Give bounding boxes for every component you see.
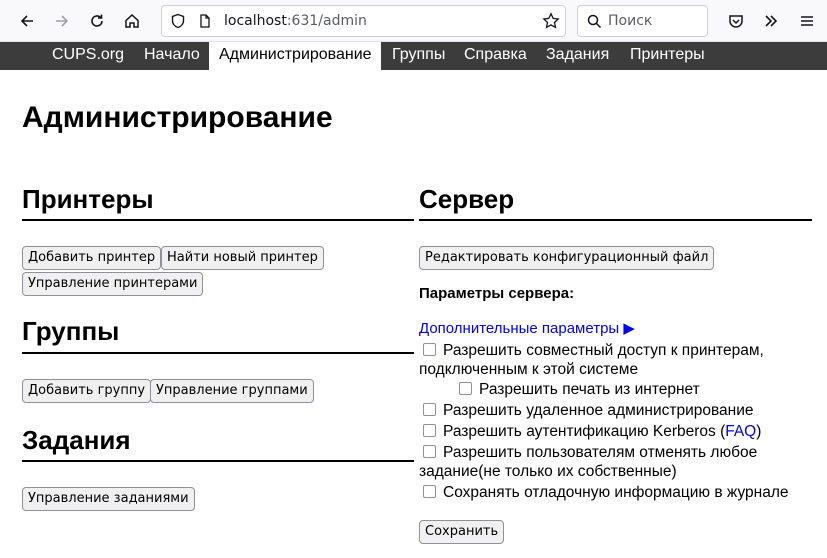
debug-log-label: Сохранять отладочную информацию в журнал… xyxy=(443,484,789,501)
remote-admin-row: Разрешить удаленное администрирование xyxy=(419,401,754,420)
nav-cups-org[interactable]: CUPS.org xyxy=(52,42,124,70)
printers-heading: Принтеры xyxy=(22,184,154,214)
kerberos-checkbox[interactable] xyxy=(423,424,436,437)
nav-groups[interactable]: Группы xyxy=(392,42,445,70)
search-box[interactable]: Поиск xyxy=(577,5,708,37)
forward-icon[interactable] xyxy=(47,6,77,36)
cancel-jobs-row: Разрешить пользователям отменять любое з… xyxy=(419,443,819,481)
back-icon[interactable] xyxy=(12,6,42,36)
debug-log-row: Сохранять отладочную информацию в журнал… xyxy=(419,483,789,502)
share-printers-checkbox[interactable] xyxy=(423,343,436,356)
cups-nav-bar: CUPS.org Начало Администрирование Группы… xyxy=(0,42,827,70)
groups-divider xyxy=(22,352,414,354)
kerberos-label: Разрешить аутентификацию Kerberos ( xyxy=(443,423,726,440)
cancel-jobs-checkbox[interactable] xyxy=(423,445,436,458)
advanced-settings-link[interactable]: Дополнительные параметры ▶ xyxy=(419,319,635,337)
allow-internet-checkbox[interactable] xyxy=(459,382,472,395)
find-printer-button[interactable]: Найти новый принтер xyxy=(161,246,324,270)
jobs-divider xyxy=(22,460,414,462)
pocket-icon[interactable] xyxy=(721,6,751,36)
home-icon[interactable] xyxy=(117,6,147,36)
search-icon xyxy=(587,14,602,34)
address-bar[interactable]: localhost:631/admin xyxy=(161,5,566,37)
bookmark-star-icon[interactable] xyxy=(542,12,560,35)
manage-printers-button[interactable]: Управление принтерами xyxy=(22,272,204,296)
edit-config-button[interactable]: Редактировать конфигурационный файл xyxy=(419,246,715,270)
remote-admin-checkbox[interactable] xyxy=(423,403,436,416)
nav-help[interactable]: Справка xyxy=(464,42,527,70)
nav-printers[interactable]: Принтеры xyxy=(630,42,705,70)
add-printer-button[interactable]: Добавить принтер xyxy=(22,246,162,270)
nav-jobs[interactable]: Задания xyxy=(546,42,609,70)
server-divider xyxy=(419,219,812,221)
server-params-label: Параметры сервера: xyxy=(419,285,575,302)
groups-heading: Группы xyxy=(22,316,120,346)
kerberos-label-end: ) xyxy=(756,423,762,440)
remote-admin-label: Разрешить удаленное администрирование xyxy=(443,402,754,419)
shield-icon[interactable] xyxy=(170,13,186,34)
manage-jobs-button[interactable]: Управление заданиями xyxy=(22,487,195,511)
share-printers-label: Разрешить совместный доступ к принтерам,… xyxy=(419,342,764,378)
search-placeholder: Поиск xyxy=(608,13,653,29)
share-printers-row: Разрешить совместный доступ к принтерам,… xyxy=(419,341,819,379)
overflow-chevrons-icon[interactable] xyxy=(756,6,786,36)
server-heading: Сервер xyxy=(419,184,515,214)
allow-internet-row: Разрешить печать из интернет xyxy=(455,380,700,399)
url-text: localhost:631/admin xyxy=(224,13,367,29)
url-path: :631/admin xyxy=(286,13,367,29)
browser-toolbar: localhost:631/admin Поиск xyxy=(0,0,827,42)
add-group-button[interactable]: Добавить группу xyxy=(22,379,152,403)
cancel-jobs-label: Разрешить пользователям отменять любое з… xyxy=(419,444,758,480)
page-title: Администрирование xyxy=(22,101,333,134)
save-button[interactable]: Сохранить xyxy=(419,520,505,544)
menu-icon[interactable] xyxy=(792,6,822,36)
nav-administration[interactable]: Администрирование xyxy=(209,42,381,70)
printers-divider xyxy=(22,219,414,221)
reload-icon[interactable] xyxy=(82,6,112,36)
manage-groups-button[interactable]: Управление группами xyxy=(150,379,314,403)
allow-internet-label: Разрешить печать из интернет xyxy=(479,381,700,398)
page-content: Администрирование Принтеры Добавить прин… xyxy=(0,70,827,558)
kerberos-faq-link[interactable]: FAQ xyxy=(725,423,756,440)
nav-home[interactable]: Начало xyxy=(144,42,200,70)
url-host: localhost xyxy=(224,13,287,29)
debug-log-checkbox[interactable] xyxy=(423,485,436,498)
jobs-heading: Задания xyxy=(22,425,131,455)
page-icon xyxy=(197,13,213,34)
kerberos-row: Разрешить аутентификацию Kerberos (FAQ) xyxy=(419,422,761,441)
